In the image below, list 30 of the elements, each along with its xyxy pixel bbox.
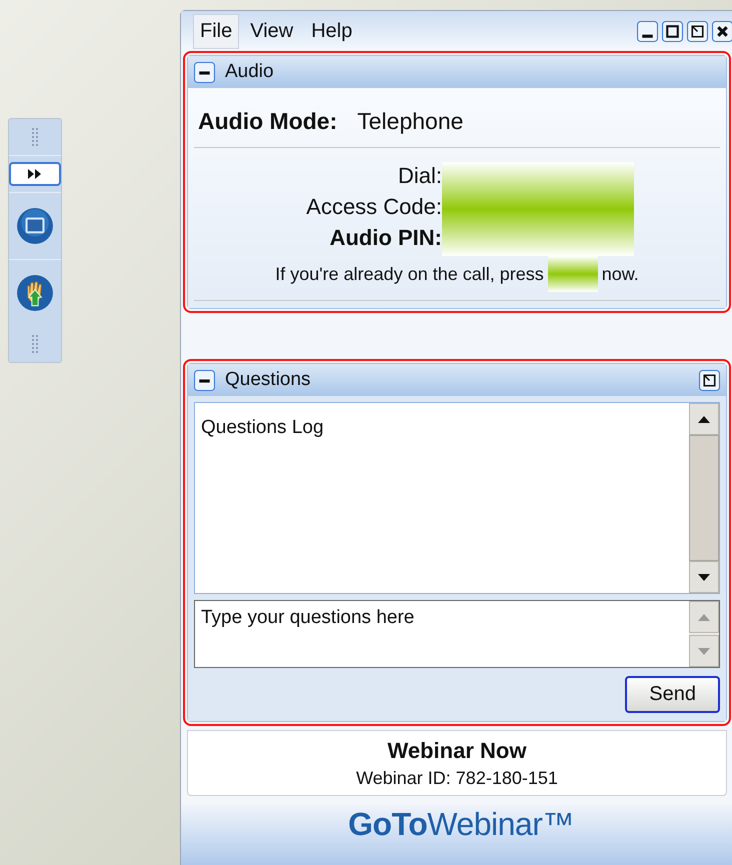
scroll-up-icon[interactable] [698, 416, 710, 422]
menu-item[interactable]: Help [304, 14, 360, 48]
maximize-icon[interactable] [662, 20, 683, 42]
close-icon[interactable] [712, 20, 732, 42]
field-label: Audio PIN: [330, 224, 442, 252]
panel-title: Audio [225, 61, 274, 83]
menu-item[interactable]: File [193, 14, 240, 48]
instruction-text: If you're already on the call, press [275, 264, 544, 284]
instruction-text: now. [602, 264, 639, 284]
webinar-title: Webinar Now [388, 738, 526, 764]
send-button[interactable]: Send [625, 676, 720, 713]
collapse-icon[interactable] [194, 62, 215, 82]
webinar-id: Webinar ID: 782-180-151 [356, 768, 558, 788]
logo: GoToWebinar™ [348, 806, 574, 844]
field-label: Access Code: [306, 193, 442, 221]
pop-out-icon[interactable] [699, 370, 720, 390]
scroll-down-icon[interactable] [698, 574, 710, 580]
collapse-icon[interactable] [194, 370, 215, 390]
raise-hand-icon[interactable] [16, 274, 54, 312]
audio-mode-label: Audio Mode: [198, 108, 338, 135]
minimize-icon[interactable] [637, 20, 658, 42]
scrollbar[interactable] [689, 403, 719, 593]
field-label: Dial: [398, 162, 442, 190]
menu-item[interactable]: View [243, 14, 300, 48]
audio-mode-value: Telephone [357, 108, 464, 135]
pop-out-icon[interactable] [687, 20, 708, 42]
panel-title: Questions [225, 369, 311, 391]
forward-button[interactable] [9, 162, 61, 186]
log-title: Questions Log [201, 417, 324, 438]
screen-button-icon[interactable] [16, 207, 54, 245]
